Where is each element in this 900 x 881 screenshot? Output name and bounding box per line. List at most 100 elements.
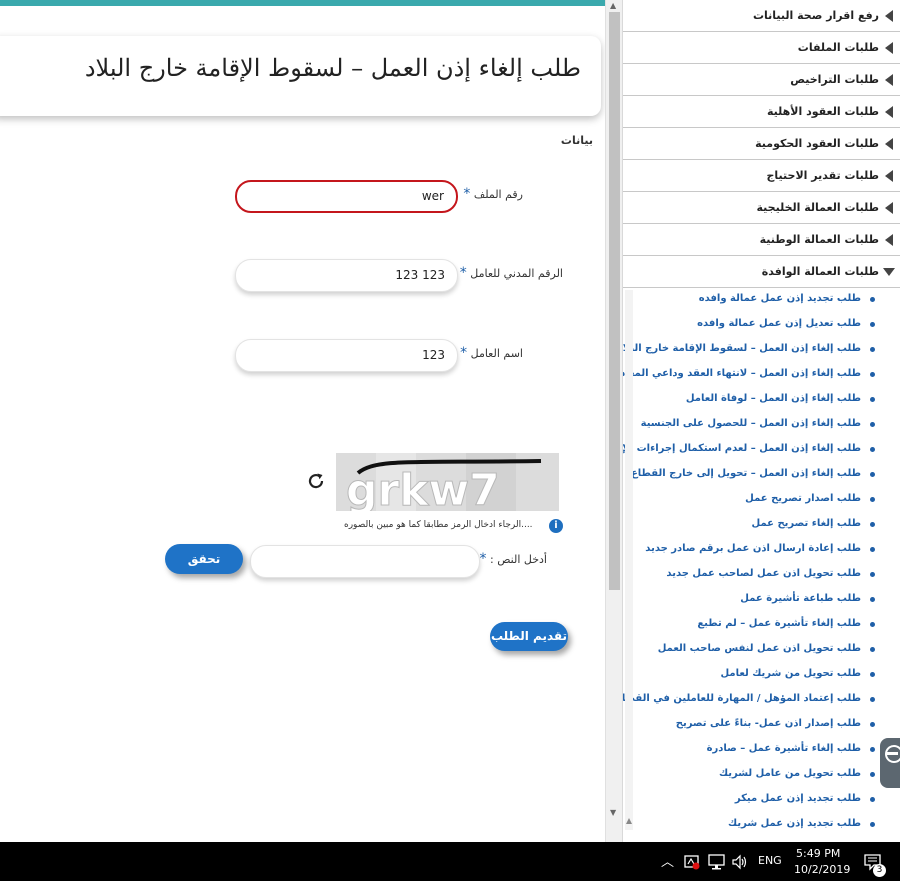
sidebar-sub-item[interactable]: طلب إلغاء إذن العمل – تحويل إلى خارج الق… bbox=[623, 465, 893, 485]
bullet-icon bbox=[870, 547, 875, 552]
sidebar-category-label: طلبات العمالة الوافدة bbox=[761, 265, 879, 278]
bullet-icon bbox=[870, 797, 875, 802]
sidebar-sub-item[interactable]: طلب إلغاء إذن العمل – لوفاة العامل bbox=[623, 390, 893, 410]
main-content: طلب إلغاء إذن العمل – لسقوط الإقامة خارج… bbox=[0, 0, 605, 842]
sidebar-sub-item-label: طلب إلغاء إذن العمل – لسقوط الإقامة خارج… bbox=[622, 343, 861, 354]
sidebar-sub-item[interactable]: طلب تحويل من عامل لشريك bbox=[623, 765, 893, 785]
sidebar-category-label: طلبات تقدير الاحتياج bbox=[766, 169, 880, 182]
expand-triangle-icon bbox=[885, 74, 893, 86]
sidebar-sub-item[interactable]: طلب تعديل إذن عمل عمالة وافده bbox=[623, 315, 893, 335]
bullet-icon bbox=[870, 597, 875, 602]
captcha-input[interactable] bbox=[250, 545, 480, 578]
civil-id-label: الرقم المدني للعامل * bbox=[456, 265, 563, 281]
sidebar-category-needs-assessment[interactable]: طلبات تقدير الاحتياج bbox=[623, 160, 900, 192]
sidebar-sub-item[interactable]: طلب إلغاء تأشيرة عمل – لم تطبع bbox=[623, 615, 893, 635]
sidebar-sub-item[interactable]: طلب تحويل اذن عمل لصاحب عمل جديد bbox=[623, 565, 893, 585]
civil-id-label-text: الرقم المدني للعامل bbox=[470, 267, 563, 280]
clock-date[interactable]: 10/2/2019 bbox=[794, 863, 850, 876]
expand-triangle-icon bbox=[885, 170, 893, 182]
sidebar-sub-item-label: طلب تعديل إذن عمل عمالة وافده bbox=[697, 318, 861, 329]
bullet-icon bbox=[870, 672, 875, 677]
bullet-icon bbox=[870, 772, 875, 777]
civil-id-input[interactable]: 123 123 bbox=[235, 259, 458, 292]
sidebar-sub-item[interactable]: طلب إلغاء إذن العمل – للحصول على الجنسية bbox=[623, 415, 893, 435]
sidebar-category-private-contracts[interactable]: طلبات العقود الأهلية bbox=[623, 96, 900, 128]
bullet-icon bbox=[870, 622, 875, 627]
sidebar-category-gulf-labor[interactable]: طلبات العمالة الخليجية bbox=[623, 192, 900, 224]
content-scroll-thumb[interactable] bbox=[609, 12, 620, 590]
sidebar-sub-item[interactable]: طلب تجديد إذن عمل عمالة وافده bbox=[623, 290, 893, 310]
sidebar-sub-item[interactable]: طلب إصدار اذن عمل- بناءً على تصريح bbox=[623, 715, 893, 735]
sidebar-category-data-declaration[interactable]: رفع اقرار صحة البيانات bbox=[623, 0, 900, 32]
sidebar-sub-item-label: طلب اصدار تصريح عمل bbox=[745, 493, 861, 504]
content-scrollbar[interactable]: ▲ ▼ bbox=[605, 0, 622, 842]
sidebar-sub-item-label: طلب تحويل اذن عمل لنفس صاحب العمل bbox=[657, 643, 861, 654]
volume-icon[interactable] bbox=[731, 854, 749, 870]
bullet-icon bbox=[870, 747, 875, 752]
sidebar-sub-item[interactable]: طلب تحويل من شريك لعامل bbox=[623, 665, 893, 685]
file-number-label: رقم الملف * bbox=[459, 186, 523, 202]
required-mark: * bbox=[460, 345, 468, 361]
sidebar-sub-item[interactable]: طلب تجديد إذن عمل ميكر bbox=[623, 790, 893, 810]
header-accent-strip bbox=[0, 0, 605, 6]
worker-name-input[interactable]: 123 bbox=[235, 339, 458, 372]
sidebar-sub-item-label: طلب إلغاء إذن العمل – لعدم استكمال إجراء… bbox=[622, 443, 861, 454]
required-mark: * bbox=[459, 265, 467, 281]
required-mark: * bbox=[463, 186, 471, 202]
sidebar-sub-item[interactable]: طلب اصدار تصريح عمل bbox=[623, 490, 893, 510]
sidebar-sub-item-label: طلب تحويل اذن عمل لصاحب عمل جديد bbox=[666, 568, 861, 579]
sidebar-category-label: طلبات العقود الأهلية bbox=[767, 105, 879, 118]
language-indicator[interactable]: ENG bbox=[758, 854, 782, 867]
scroll-down-arrow-icon[interactable]: ▼ bbox=[610, 808, 616, 817]
sidebar-sub-item[interactable]: طلب إعادة ارسال اذن عمل برقم صادر جديد bbox=[623, 540, 893, 560]
services-sidebar: رفع اقرار صحة البيانات طلبات الملفات طلب… bbox=[622, 0, 900, 842]
network-alert-icon[interactable] bbox=[684, 854, 700, 870]
section-label: بيانات bbox=[560, 134, 593, 147]
sidebar-sub-item[interactable]: طلب تحويل اذن عمل لنفس صاحب العمل bbox=[623, 640, 893, 660]
bullet-icon bbox=[870, 722, 875, 727]
sidebar-sub-item[interactable]: طلب إلغاء إذن العمل – لعدم استكمال إجراء… bbox=[623, 440, 893, 460]
sidebar-category-label: طلبات العقود الحكومية bbox=[755, 137, 879, 150]
sidebar-category-expat-labor[interactable]: طلبات العمالة الوافدة bbox=[623, 256, 900, 288]
sidebar-category-government-contracts[interactable]: طلبات العقود الحكومية bbox=[623, 128, 900, 160]
sidebar-sub-item-label: طلب إلغاء تأشيرة عمل – لم تطبع bbox=[697, 618, 861, 629]
sidebar-sub-item[interactable]: طلب إلغاء إذن العمل – لسقوط الإقامة خارج… bbox=[623, 340, 893, 360]
refresh-icon[interactable] bbox=[305, 470, 327, 492]
sidebar-category-label: رفع اقرار صحة البيانات bbox=[752, 9, 879, 22]
sidebar-scrollbar[interactable] bbox=[623, 290, 635, 830]
sidebar-category-national-labor[interactable]: طلبات العمالة الوطنية bbox=[623, 224, 900, 256]
sidebar-sub-item-label: طلب طباعة تأشيرة عمل bbox=[740, 593, 861, 604]
sidebar-sub-item[interactable]: طلب طباعة تأشيرة عمل bbox=[623, 590, 893, 610]
floating-help-widget[interactable] bbox=[880, 738, 900, 788]
bullet-icon bbox=[870, 397, 875, 402]
sidebar-sub-item[interactable]: طلب إلغاء تصريح عمل bbox=[623, 515, 893, 535]
sidebar-category-files[interactable]: طلبات الملفات bbox=[623, 32, 900, 64]
bullet-icon bbox=[870, 297, 875, 302]
windows-taskbar: ︿ ENG 5:49 PM 10/2/2019 3 bbox=[0, 842, 900, 881]
sidebar-sub-item-label: طلب تجديد إذن عمل ميكر bbox=[734, 793, 861, 804]
bullet-icon bbox=[870, 372, 875, 377]
sidebar-category-label: طلبات العمالة الوطنية bbox=[759, 233, 879, 246]
scroll-up-arrow-icon[interactable]: ▲ bbox=[610, 1, 616, 10]
captcha-input-label-text: أدخل النص : bbox=[490, 553, 547, 566]
submit-button[interactable]: تقديم الطلب bbox=[490, 622, 568, 651]
bullet-icon bbox=[870, 472, 875, 477]
sidebar-sub-item-label: طلب تجديد إذن عمل شريك bbox=[728, 818, 861, 829]
sidebar-category-label: طلبات التراخيص bbox=[790, 73, 879, 86]
sidebar-sub-item[interactable]: طلب إعتماد المؤهل / المهارة للعاملين في … bbox=[623, 690, 893, 710]
page-title-card: طلب إلغاء إذن العمل – لسقوط الإقامة خارج… bbox=[0, 36, 601, 116]
bullet-icon bbox=[870, 822, 875, 827]
sidebar-sub-item-label: طلب إلغاء إذن العمل – للحصول على الجنسية bbox=[640, 418, 861, 429]
file-number-input[interactable]: wer bbox=[235, 180, 458, 213]
captcha-input-label: أدخل النص : * bbox=[476, 551, 548, 567]
chevron-up-icon[interactable]: ︿ bbox=[661, 851, 674, 870]
sidebar-sub-item[interactable]: طلب إلغاء تأشيرة عمل – صادرة bbox=[623, 740, 893, 760]
sidebar-sub-item[interactable]: طلب تجديد إذن عمل شريك bbox=[623, 815, 893, 835]
monitor-icon[interactable] bbox=[708, 854, 726, 870]
clock-time[interactable]: 5:49 PM bbox=[796, 847, 840, 860]
sidebar-sub-item-label: طلب تحويل من شريك لعامل bbox=[720, 668, 861, 679]
sidebar-category-licenses[interactable]: طلبات التراخيص bbox=[623, 64, 900, 96]
verify-button[interactable]: تحقق bbox=[165, 544, 243, 574]
sidebar-sub-item[interactable]: طلب إلغاء إذن العمل – لانتهاء العقد وداع… bbox=[623, 365, 893, 385]
sidebar-sub-item-label: طلب تحويل من عامل لشريك bbox=[718, 768, 861, 779]
